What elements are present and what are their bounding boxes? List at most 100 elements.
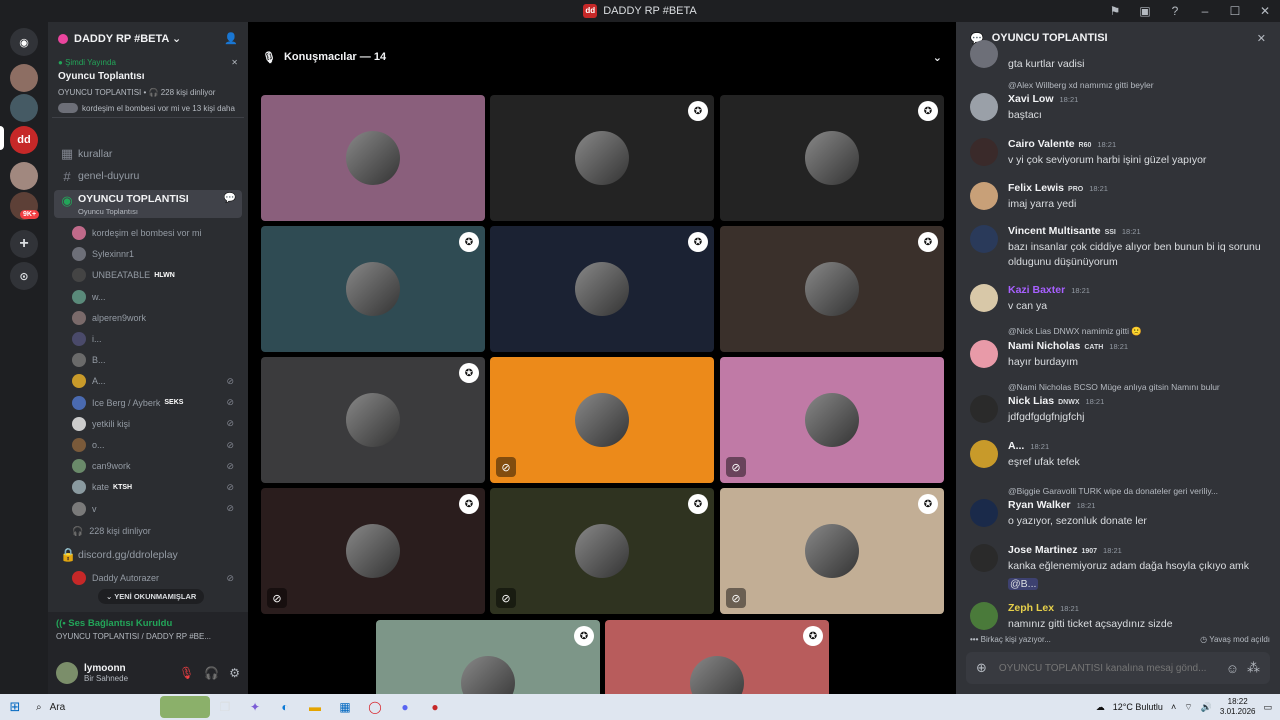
discord-home-icon[interactable]: ◉ [10, 28, 38, 56]
store-icon[interactable]: ▦ [330, 696, 360, 718]
message-input[interactable] [998, 662, 1220, 674]
live-stage-card[interactable]: ● Şimdi Yayında ✕ Oyuncu Toplantısı OYUNC… [52, 54, 244, 118]
maximize-button[interactable]: ☐ [1220, 4, 1250, 18]
speaker-tile[interactable]: ✪ ⊘ [261, 488, 485, 614]
author-name[interactable]: A... [1008, 440, 1024, 452]
apps-icon[interactable]: ⁂ [1247, 660, 1260, 676]
screen-icon[interactable]: ▣ [1130, 4, 1160, 18]
chat-message[interactable]: Kazi Baxter 18:21 v can ya [970, 284, 1270, 314]
chat-message[interactable]: @Biggie Garavolli TURK wipe da donateler… [970, 486, 1270, 529]
help-icon[interactable]: ? [1160, 4, 1190, 18]
speaker-tile[interactable]: ✪ [261, 226, 485, 352]
speaker-tile[interactable]: ✪ [605, 620, 829, 694]
avatar[interactable] [970, 544, 998, 572]
guild-header[interactable]: DADDY RP #BETA ⌄ 👤 [48, 22, 248, 54]
volume-icon[interactable]: 🔊 [1201, 702, 1212, 713]
voice-member[interactable]: v ⊘ [72, 500, 242, 518]
emoji-icon[interactable]: ☺ [1226, 661, 1239, 676]
author-name[interactable]: Nick Lias [1008, 395, 1054, 407]
chat-message[interactable]: Felix Lewis PRO 18:21 imaj yarra yedi [970, 182, 1270, 212]
speaker-tile[interactable]: ⊘ [490, 357, 714, 483]
server-icon[interactable] [10, 162, 38, 190]
avatar[interactable] [970, 499, 998, 527]
chat-message[interactable]: A... 18:21 eşref ufak tefek [970, 440, 1270, 470]
chat-bubble-icon[interactable]: 💬 [224, 193, 236, 204]
unread-pill[interactable]: ⌄ YENİ OKUNMAMIŞLAR [98, 589, 205, 604]
add-server-icon[interactable]: + [10, 230, 38, 258]
reply-preview[interactable]: @Nami Nicholas BCSO Müge anlıya gitsin N… [1008, 382, 1270, 392]
voice-member[interactable]: Ice Berg / Ayberk SEKS ⊘ [72, 394, 242, 412]
avatar[interactable] [970, 182, 998, 210]
channel-voice-active[interactable]: ◉ OYUNCU TOPLANTISI Oyuncu Toplantısı 💬 [54, 190, 242, 218]
discord-taskbar-icon[interactable]: ● [390, 696, 420, 718]
voice-member[interactable]: w... [72, 288, 242, 306]
avatar[interactable] [970, 440, 998, 468]
avatar[interactable] [970, 602, 998, 630]
app-taskbar-icon[interactable]: ● [420, 696, 450, 718]
chat-message[interactable]: Zeph Lex 18:21 namınız gitti ticket açsayd… [970, 602, 1270, 632]
notifications-icon[interactable]: ▭ [1263, 702, 1272, 713]
channel-invite[interactable]: 🔒 discord.gg/ddroleplay [54, 545, 242, 565]
chat-message[interactable]: @Alex Willberg xd namımız gitti beyler Xa… [970, 80, 1270, 123]
server-icon[interactable] [10, 64, 38, 92]
author-name[interactable]: Ryan Walker [1008, 499, 1071, 511]
tray-chevron-icon[interactable]: ˄ [1171, 702, 1176, 712]
speaker-tile[interactable]: ⊘ [720, 357, 944, 483]
speakers-header[interactable]: 🎙 Konuşmacılar — 14 ⌄ [248, 22, 956, 92]
avatar[interactable] [970, 93, 998, 121]
close-window-button[interactable]: ✕ [1250, 4, 1280, 18]
windows-start-icon[interactable]: ⊞ [0, 699, 30, 715]
channel-general[interactable]: # genel-duyuru [54, 166, 242, 186]
voice-member[interactable]: o... ⊘ [72, 436, 242, 454]
chevron-down-icon[interactable]: ⌄ [933, 51, 942, 64]
author-name[interactable]: Felix Lewis [1008, 182, 1064, 194]
avatar[interactable] [970, 395, 998, 423]
voice-member[interactable]: kate KTSH ⊘ [72, 478, 242, 496]
author-name[interactable]: Kazi Baxter [1008, 284, 1065, 296]
add-member-icon[interactable]: 👤 [224, 32, 238, 45]
taskbar-clock[interactable]: 18:22 3.01.2026 [1220, 697, 1256, 717]
chat-message[interactable]: Vincent Multisante SSI 18:21 bazı insanlar … [970, 225, 1270, 270]
mic-muted-icon[interactable]: 🎙 [179, 666, 194, 680]
user-avatar[interactable] [56, 662, 78, 684]
speaker-tile[interactable] [261, 95, 485, 221]
chat-message[interactable]: @Nami Nicholas BCSO Müge anlıya gitsin N… [970, 382, 1270, 425]
headphones-icon[interactable]: 🎧 [204, 666, 219, 680]
speaker-tile[interactable]: ✪ [490, 95, 714, 221]
task-view-icon[interactable]: ❐ [210, 696, 240, 718]
opera-icon[interactable]: ◯ [360, 696, 390, 718]
chat-message[interactable]: gta kurtlar vadisi [970, 40, 1270, 72]
voice-member[interactable]: yetkili kişi ⊘ [72, 415, 242, 433]
speaker-tile[interactable]: ✪ ⊘ [720, 488, 944, 614]
avatar[interactable] [970, 340, 998, 368]
author-name[interactable]: Jose Martinez [1008, 544, 1077, 556]
voice-member[interactable]: B... [72, 351, 242, 369]
avatar[interactable] [970, 284, 998, 312]
author-name[interactable]: Xavi Low [1008, 93, 1054, 105]
server-icon[interactable] [10, 94, 38, 122]
author-name[interactable]: Zeph Lex [1008, 602, 1054, 614]
gear-icon[interactable]: ⚙ [229, 666, 240, 680]
channel-rules[interactable]: ▦ kurallar [54, 144, 242, 164]
chat-message[interactable]: @Nick Lias DNWX namimiz gitti 🙁 Nami Nich… [970, 326, 1270, 370]
widgets-icon[interactable] [160, 696, 210, 718]
voice-member[interactable]: kordeşim el bombesi vor mi [72, 224, 242, 242]
add-attachment-icon[interactable]: ⊕ [976, 660, 987, 676]
author-name[interactable]: Cairo Valente [1008, 138, 1075, 150]
close-icon[interactable]: ✕ [1257, 32, 1266, 45]
voice-member[interactable]: UNBEATABLE HLWN [72, 266, 242, 284]
user-mention[interactable]: @B... [1008, 578, 1039, 590]
reply-preview[interactable]: @Nick Lias DNWX namimiz gitti 🙁 [1008, 326, 1270, 337]
inbox-icon[interactable]: ⚑ [1100, 4, 1130, 18]
speaker-tile[interactable]: ✪ [720, 95, 944, 221]
avatar[interactable] [970, 40, 998, 68]
copilot-icon[interactable]: ✦ [240, 696, 270, 718]
speaker-tile[interactable]: ✪ ⊘ [490, 488, 714, 614]
author-name[interactable]: Vincent Multisante [1008, 225, 1101, 237]
daddy-rp-server-icon[interactable]: dd [10, 126, 38, 154]
voice-member[interactable]: can9work ⊘ [72, 457, 242, 475]
voice-member[interactable]: alperen9work [72, 309, 242, 327]
speaker-tile[interactable]: ✪ [376, 620, 600, 694]
reply-preview[interactable]: @Biggie Garavolli TURK wipe da donateler… [1008, 486, 1270, 496]
avatar[interactable] [970, 225, 998, 253]
